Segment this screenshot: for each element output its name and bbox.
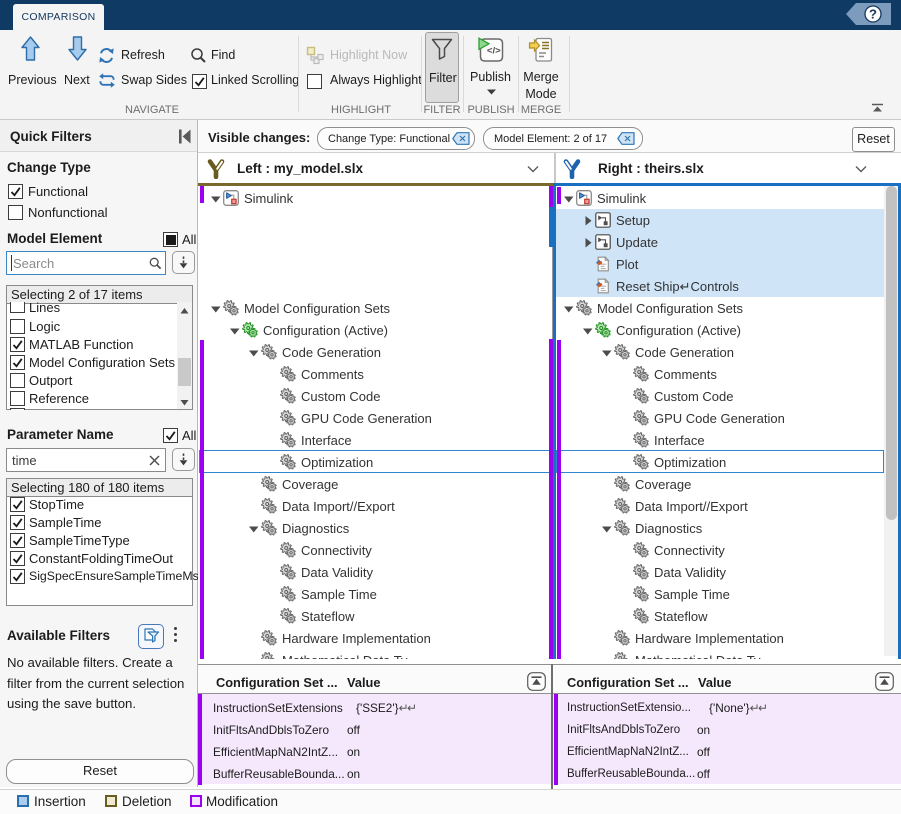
svg-text:?: ?: [869, 7, 877, 22]
svg-text:</>: </>: [487, 46, 501, 57]
